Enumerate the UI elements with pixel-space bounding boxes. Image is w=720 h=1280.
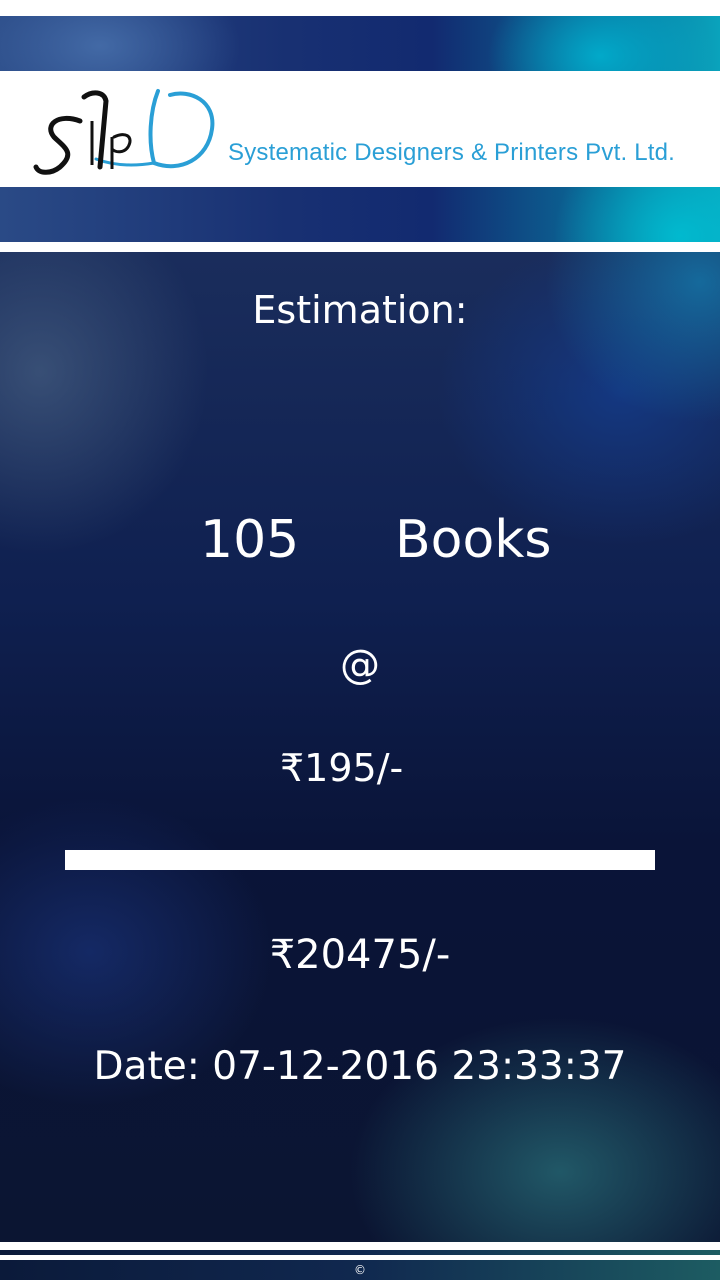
quantity-unit: Books [395, 510, 552, 570]
footer-strip [0, 1250, 720, 1255]
unit-rate: ₹195/- [280, 746, 404, 790]
at-symbol: @ [340, 642, 380, 688]
estimation-date: Date: 07-12-2016 23:33:37 [93, 1044, 627, 1089]
estimation-heading: Estimation: [252, 288, 468, 332]
logo-bar: Systematic Designers & Printers Pvt. Ltd… [0, 71, 720, 187]
quantity-value: 105 [200, 510, 300, 570]
total-amount: ₹20475/- [269, 932, 451, 978]
spl-logo-icon [33, 89, 215, 175]
copyright-text: © [354, 1263, 366, 1277]
estimation-panel: Estimation: 105 Books @ ₹195/- ₹20475/- … [0, 252, 720, 1242]
total-divider [65, 850, 655, 870]
company-name: Systematic Designers & Printers Pvt. Ltd… [228, 139, 676, 166]
